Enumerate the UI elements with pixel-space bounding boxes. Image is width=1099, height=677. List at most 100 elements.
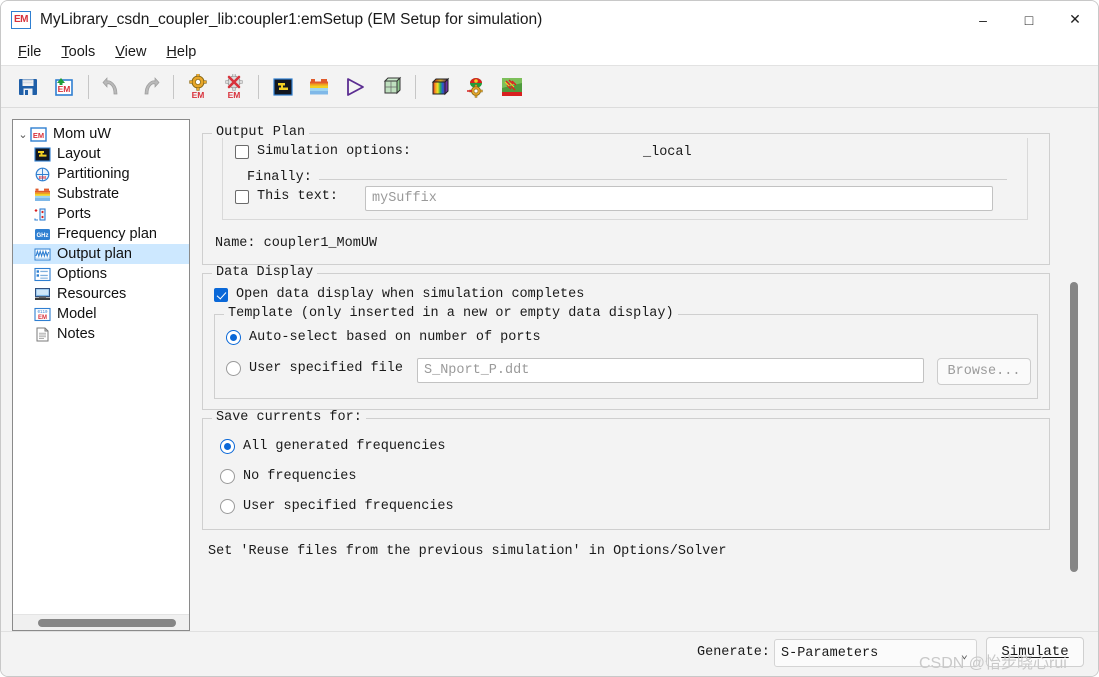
simulate-button[interactable]: Simulate [986,637,1084,667]
menu-file[interactable]: File [9,42,50,62]
save-no-frequencies-row[interactable]: No frequencies [220,469,356,484]
content-vertical-scrollbar[interactable] [1067,119,1081,631]
layout-icon[interactable] [266,70,300,104]
layout-icon [34,146,51,162]
output-plan-group: Output Plan Simulation options: _local F… [202,125,1050,265]
simulate-button-label: Simulate [1001,644,1068,660]
save-no-frequencies-label: No frequencies [243,469,357,484]
close-button[interactable]: ✕ [1052,1,1098,38]
substrate-icon [34,187,51,202]
finally-divider [319,179,1007,180]
menu-tools-rest: ools [68,43,96,60]
open-data-display-checkbox[interactable] [214,287,228,302]
titlebar: EM MyLibrary_csdn_coupler_lib:coupler1:e… [1,1,1098,38]
sidebar-item-frequency-plan[interactable]: GHz Frequency plan [13,224,189,244]
maximize-button[interactable]: □ [1006,1,1052,38]
tree-item-label: Options [57,266,107,282]
sidebar-item-notes[interactable]: Notes [13,324,189,344]
menu-view[interactable]: View [106,42,155,62]
sidebar-item-layout[interactable]: Layout [13,144,189,164]
notes-icon [34,327,51,342]
chevron-down-icon[interactable]: ⌄ [961,647,968,662]
generate-select-value: S-Parameters [781,645,879,661]
menu-file-mnemonic: F [18,43,27,60]
minimize-button[interactable]: – [960,1,1006,38]
chevron-down-icon[interactable]: ⌄ [16,128,30,141]
reuse-files-note: Set 'Reuse files from the previous simul… [208,544,727,559]
suffix-input[interactable]: mySuffix [365,186,993,211]
save-user-frequencies-row[interactable]: User specified frequencies [220,499,454,514]
bottom-bar: Generate: S-Parameters ⌄ Simulate [1,631,1098,676]
window-controls: – □ ✕ [960,1,1098,38]
sidebar-item-substrate[interactable]: Substrate [13,184,189,204]
save-all-frequencies-row[interactable]: All generated frequencies [220,439,446,454]
svg-text:EM: EM [58,84,71,94]
content-scrollbar-thumb[interactable] [1070,282,1078,572]
em-stop-icon[interactable]: EM [217,70,251,104]
output-plan-icon [34,247,51,262]
substrate-icon[interactable] [302,70,336,104]
template-user-file-row[interactable]: User specified file [226,361,403,376]
save-user-frequencies-radio[interactable] [220,499,235,514]
template-user-file-radio[interactable] [226,361,241,376]
menu-tools[interactable]: Tools [52,42,104,62]
simulate-mnemonic: S [1001,644,1010,660]
svg-text:EM: EM [192,90,205,100]
sidebar-item-output-plan[interactable]: Output plan [13,244,189,264]
save-all-frequencies-radio[interactable] [220,439,235,454]
3d-view-icon[interactable] [374,70,408,104]
menu-view-rest: iew [124,43,147,60]
svg-text:EM: EM [228,90,241,100]
em-setup-window: EM MyLibrary_csdn_coupler_lib:coupler1:e… [0,0,1099,677]
simulation-options-label: Simulation options: [257,144,411,159]
run-simulation-icon[interactable] [338,70,372,104]
sidebar-item-resources[interactable]: Resources [13,284,189,304]
template-file-input[interactable]: S_Nport_P.ddt [417,358,924,383]
sidebar-item-ports[interactable]: Ports [13,204,189,224]
resources-icon [34,287,51,302]
menu-help-mnemonic: H [166,43,177,60]
simulation-options-checkbox[interactable] [235,144,249,159]
this-text-checkbox[interactable] [235,189,249,204]
template-group-label: Template (only inserted in a new or empt… [224,306,678,321]
toolbar-separator-4 [415,74,416,99]
setup-tree-panel[interactable]: ⌄ EM Mom uW Layout EM Partitioning Subst… [12,119,190,631]
em-cube-icon[interactable] [423,70,457,104]
tree-item-label: Partitioning [57,166,130,182]
browse-button[interactable]: Browse... [937,358,1031,385]
window-title: MyLibrary_csdn_coupler_lib:coupler1:emSe… [40,10,543,28]
generate-select[interactable]: S-Parameters ⌄ [774,639,977,667]
tree-item-mom-uw[interactable]: ⌄ EM Mom uW [13,124,189,144]
tree-item-label: Layout [57,146,101,162]
sidebar-item-model[interactable]: 0110 EM Model [13,304,189,324]
toolbar: EM EM EM [1,65,1098,108]
save-currents-group-label: Save currents for: [212,410,366,425]
main-body: ⌄ EM Mom uW Layout EM Partitioning Subst… [1,111,1098,676]
svg-text:EM: EM [33,131,44,140]
em-simulation-settings-icon[interactable]: EM [181,70,215,104]
toolbar-separator-1 [88,74,89,99]
this-text-label: This text: [257,189,339,204]
menu-tools-mnemonic: T [61,43,69,60]
this-text-row: This text: [235,189,338,204]
tree-horizontal-scrollbar[interactable] [13,614,189,630]
em-model-icon[interactable] [459,70,493,104]
undo-icon[interactable] [96,70,130,104]
save-em-setup-icon[interactable]: EM [47,70,81,104]
sidebar-item-options[interactable]: Options [13,264,189,284]
save-currents-group: Save currents for: All generated frequen… [202,410,1050,530]
data-display-group: Data Display Open data display when simu… [202,265,1050,410]
save-icon[interactable] [11,70,45,104]
svg-text:EM: EM [39,175,46,180]
tree-scrollbar-thumb[interactable] [38,619,176,627]
save-no-frequencies-radio[interactable] [220,469,235,484]
menu-file-rest: ile [26,43,42,60]
redo-icon[interactable] [132,70,166,104]
model-icon: 0110 EM [34,307,51,322]
template-auto-select-radio[interactable] [226,330,241,345]
svg-text:EM: EM [38,315,47,321]
menu-help[interactable]: Help [157,42,205,62]
template-auto-select-row[interactable]: Auto-select based on number of ports [226,330,541,345]
sidebar-item-partitioning[interactable]: EM Partitioning [13,164,189,184]
current-visualization-icon[interactable] [495,70,529,104]
